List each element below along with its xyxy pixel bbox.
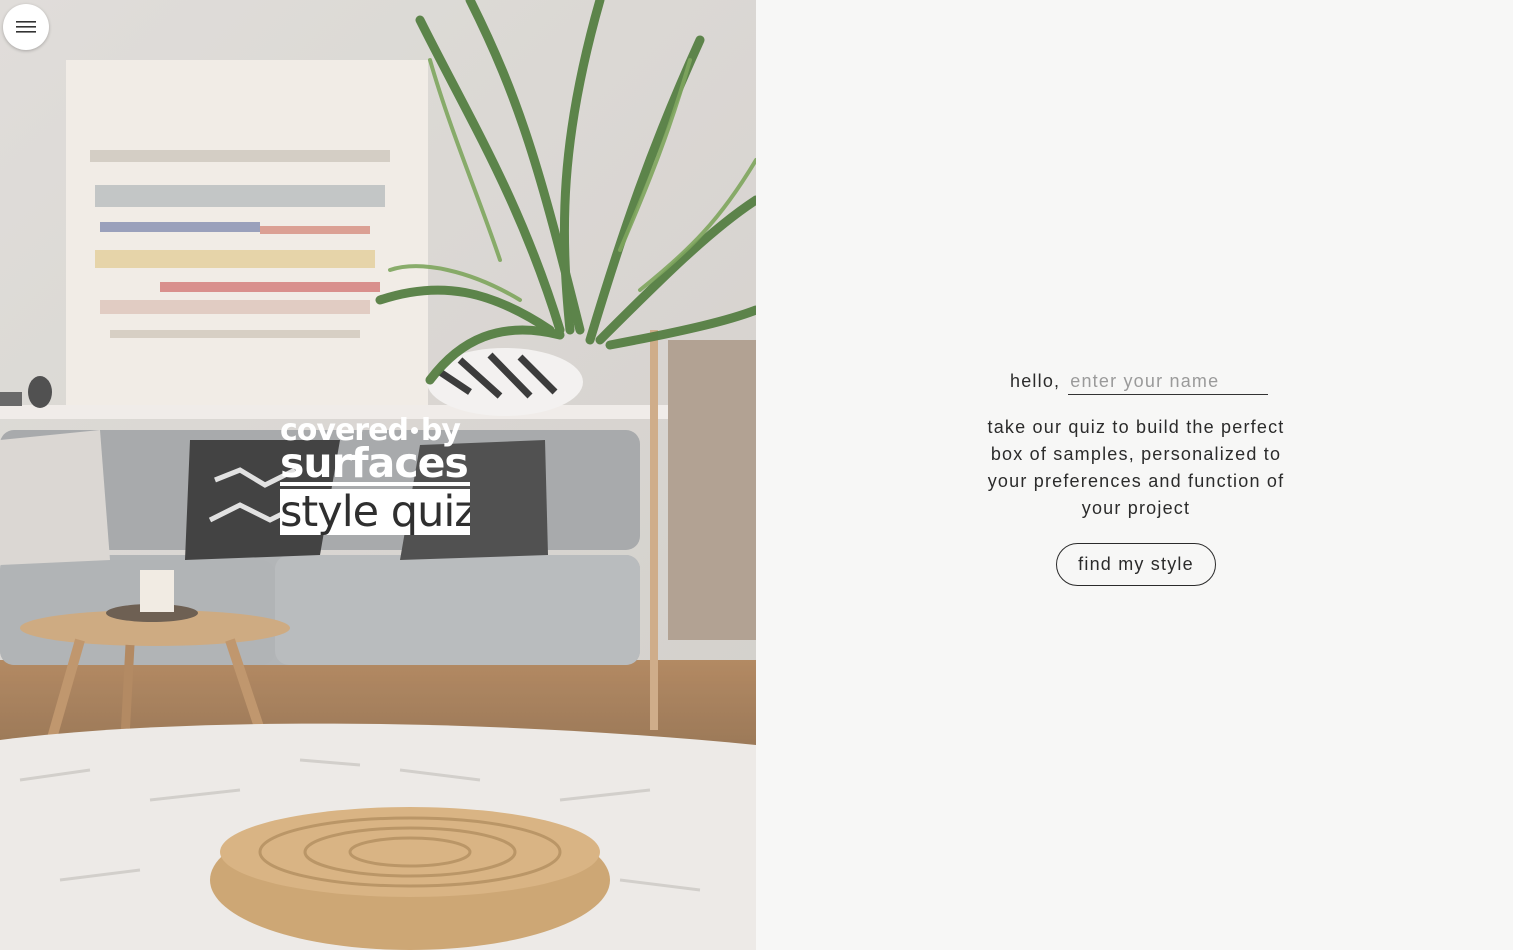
name-row: hello,	[1010, 368, 1269, 395]
name-input[interactable]	[1068, 368, 1269, 395]
menu-button[interactable]	[3, 4, 49, 50]
hero-image: covered by surfaces style quiz	[0, 0, 756, 950]
logo-dot	[410, 426, 418, 434]
logo-word-style-quiz: style quiz	[280, 489, 470, 535]
logo-word-surfaces: surfaces	[280, 439, 469, 487]
find-my-style-button[interactable]: find my style	[1056, 543, 1216, 586]
hello-label: hello,	[1010, 371, 1061, 391]
intro-text: take our quiz to build the perfect box o…	[987, 417, 1285, 518]
quiz-intro-panel: hello, take our quiz to build the perfec…	[756, 0, 1513, 950]
hamburger-menu-icon	[16, 21, 36, 33]
page: coveredby surfaces style quiz hello, tak…	[0, 0, 1513, 950]
brand-logo: covered by surfaces style quiz	[280, 416, 472, 535]
